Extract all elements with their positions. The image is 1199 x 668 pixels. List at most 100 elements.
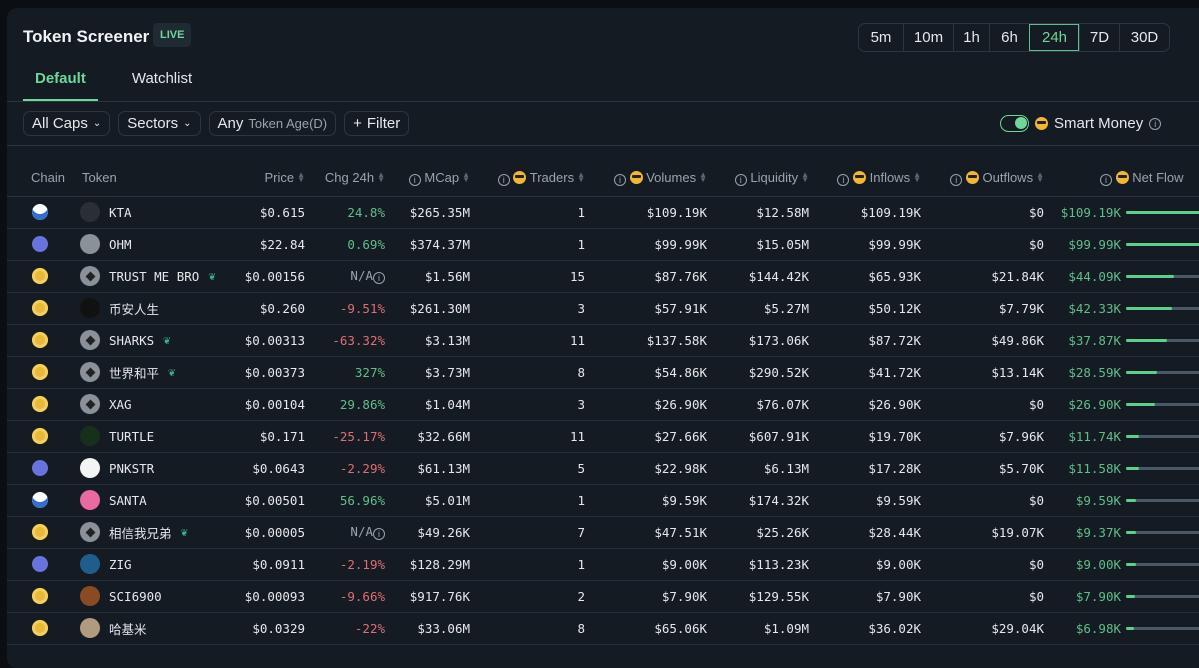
info-icon[interactable]: i <box>734 173 747 186</box>
volumes: $65.06K <box>585 612 707 645</box>
column-label: Outflows <box>982 169 1034 185</box>
sort-icon[interactable]: ▲ ▼ <box>1036 170 1044 183</box>
token-name[interactable]: SCI6900 <box>109 589 162 604</box>
token-logo-icon <box>80 618 100 638</box>
tab-watchlist[interactable]: Watchlist <box>120 70 204 102</box>
traders: 3 <box>470 292 585 325</box>
column-header-price[interactable]: Price ▲ ▼ <box>220 160 305 197</box>
volumes: $27.66K <box>585 420 707 453</box>
table-row[interactable]: PNKSTR $0.0643 -2.29% $61.13M 5 $22.98K $6.13M… <box>7 452 1199 485</box>
liquidity: $1.09M <box>707 612 809 645</box>
timeframe-24h[interactable]: 24h <box>1029 24 1079 51</box>
new-token-leaf-icon: ❦ <box>208 269 216 283</box>
market-cap: $265.35M <box>385 196 470 229</box>
sort-icon[interactable]: ▲ ▼ <box>377 171 385 184</box>
smart-money-toggle[interactable] <box>1000 115 1029 132</box>
traders: 2 <box>470 580 585 613</box>
timeframe-30D[interactable]: 30D <box>1119 24 1169 51</box>
inflows: $41.72K <box>809 356 921 389</box>
token-name[interactable]: TURTLE <box>109 429 154 444</box>
sort-icon[interactable]: ▲ ▼ <box>801 170 809 183</box>
column-header-inflows[interactable]: i Inflows ▲ ▼ <box>809 160 921 197</box>
tab-default[interactable]: Default <box>23 70 98 102</box>
token-name[interactable]: ZIG <box>109 557 132 572</box>
timeframe-6h[interactable]: 6h <box>989 24 1029 51</box>
table-row[interactable]: 币安人生 $0.260 -9.51% $261.30M 3 $57.91K $5.27M $5… <box>7 292 1199 325</box>
token-name[interactable]: 世界和平 <box>109 363 159 382</box>
timeframe-5m[interactable]: 5m <box>859 24 903 51</box>
column-header-liquidity[interactable]: i Liquidity ▲ ▼ <box>707 160 809 197</box>
info-icon[interactable]: i <box>837 173 850 186</box>
info-icon[interactable]: i <box>1100 173 1112 186</box>
sort-icon[interactable]: ▲ ▼ <box>699 170 707 183</box>
token-screener-panel: Token Screener LIVE 5m 10m 1h 6h 24h 7D 30D De… <box>7 8 1199 668</box>
info-icon[interactable]: i <box>1149 117 1162 130</box>
info-icon[interactable]: i <box>950 173 963 186</box>
net-flow: $6.98K <box>1044 612 1121 645</box>
traders: 11 <box>470 420 585 453</box>
change-24h: 327% <box>305 356 385 389</box>
market-cap: $374.37M <box>385 228 470 261</box>
divider <box>7 101 1199 102</box>
table-row[interactable]: SHARKS ❦ $0.00313 -63.32% $3.13M 11 $137.58K $1… <box>7 324 1199 357</box>
info-icon[interactable]: i <box>497 173 510 186</box>
token-name[interactable]: SANTA <box>109 493 147 508</box>
timeframe-1h[interactable]: 1h <box>953 24 989 51</box>
column-header-traders[interactable]: i Traders ▲ ▼ <box>470 160 585 197</box>
smart-money-toggle-group: Smart Money i <box>1000 115 1162 132</box>
table-row[interactable]: SANTA $0.00501 56.96% $5.01M 1 $9.59K $174.32K… <box>7 484 1199 517</box>
table-row[interactable]: SCI6900 $0.00093 -9.66% $917.76K 2 $7.90K $129… <box>7 580 1199 613</box>
liquidity: $113.23K <box>707 548 809 581</box>
sort-icon[interactable]: ▲ ▼ <box>297 171 305 184</box>
token-age-filter[interactable]: Any Token Age(D) <box>208 111 337 136</box>
info-icon[interactable]: i <box>373 272 385 284</box>
column-header-volumes[interactable]: i Volumes ▲ ▼ <box>585 160 707 197</box>
column-header-chg[interactable]: Chg 24h ▲ ▼ <box>305 160 385 197</box>
token-name[interactable]: SHARKS <box>109 333 154 348</box>
table-row[interactable]: XAG $0.00104 29.86% $1.04M 3 $26.90K $76.07K $2… <box>7 388 1199 421</box>
sort-icon[interactable]: ▲ ▼ <box>462 170 470 183</box>
token-name[interactable]: TRUST ME BRO <box>109 269 199 284</box>
token-name[interactable]: 币安人生 <box>109 299 159 318</box>
info-icon[interactable]: i <box>613 173 626 186</box>
net-flow-bar-fill <box>1126 562 1136 566</box>
change-24h: -22% <box>305 612 385 645</box>
token-name[interactable]: PNKSTR <box>109 461 154 476</box>
table-row[interactable]: TRUST ME BRO ❦ $0.00156 N/A i $1.56M 15 $87.76K… <box>7 260 1199 293</box>
net-flow: $44.09K <box>1044 260 1121 293</box>
timeframe-7D[interactable]: 7D <box>1079 24 1119 51</box>
inflows: $65.93K <box>809 260 921 293</box>
table-row[interactable]: ZIG $0.0911 -2.19% $128.29M 1 $9.00K $113.23K $… <box>7 548 1199 581</box>
net-flow-bar <box>1126 434 1199 438</box>
token-name[interactable]: 哈基米 <box>109 619 147 638</box>
table-row[interactable]: KTA $0.615 24.8% $265.35M 1 $109.19K $12.58M $1… <box>7 196 1199 229</box>
table-row[interactable]: OHM $22.84 0.69% $374.37M 1 $99.99K $15.05M $99… <box>7 228 1199 261</box>
table-row[interactable]: 哈基米 $0.0329 -22% $33.06M 8 $65.06K $1.09M $36.0… <box>7 612 1199 645</box>
volumes: $87.76K <box>585 260 707 293</box>
table-row[interactable]: 世界和平 ❦ $0.00373 327% $3.73M 8 $54.86K $290.52K $… <box>7 356 1199 389</box>
table-row[interactable]: TURTLE $0.171 -25.17% $32.66M 11 $27.66K $607.… <box>7 420 1199 453</box>
info-icon[interactable]: i <box>408 173 421 186</box>
token-name[interactable]: 相信我兄弟 <box>109 523 172 542</box>
token-name[interactable]: KTA <box>109 205 132 220</box>
change-value: -22% <box>354 620 385 636</box>
column-header-outflows[interactable]: i Outflows ▲ ▼ <box>921 160 1044 197</box>
timeframe-10m[interactable]: 10m <box>903 24 953 51</box>
column-header-mcap[interactable]: i MCap ▲ ▼ <box>385 160 470 197</box>
token-name[interactable]: XAG <box>109 397 132 412</box>
sectors-dropdown[interactable]: Sectors ⌄ <box>118 111 201 136</box>
sort-icon[interactable]: ▲ ▼ <box>577 170 585 183</box>
info-icon[interactable]: i <box>373 528 385 540</box>
liquidity: $129.55K <box>707 580 809 613</box>
net-flow-bar-fill <box>1126 370 1157 374</box>
table-row[interactable]: 相信我兄弟 ❦ $0.00005 N/A i $49.26K 7 $47.51K $25.26K… <box>7 516 1199 549</box>
sort-icon[interactable]: ▲ ▼ <box>913 170 921 183</box>
liquidity: $144.42K <box>707 260 809 293</box>
all-caps-dropdown[interactable]: All Caps ⌄ <box>23 111 111 136</box>
add-filter-button[interactable]: + Filter <box>344 111 410 136</box>
token-logo-icon <box>80 554 100 574</box>
change-value: -2.19% <box>339 556 385 572</box>
traders: 5 <box>470 452 585 485</box>
outflows: $19.07K <box>921 516 1044 549</box>
token-name[interactable]: OHM <box>109 237 132 252</box>
